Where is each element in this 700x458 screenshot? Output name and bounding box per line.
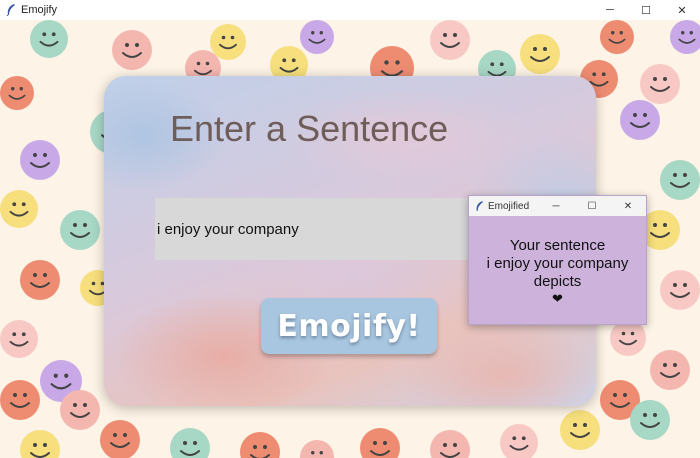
- smiley-face-icon: [240, 432, 280, 458]
- smiley-face-icon: [620, 100, 660, 140]
- smiley-face-icon: [112, 30, 152, 70]
- smiley-face-icon: [0, 380, 40, 420]
- smiley-face-icon: [430, 20, 470, 60]
- smiley-face-icon: [60, 390, 100, 430]
- sentence-input[interactable]: [155, 198, 495, 260]
- popup-line-heading: Your sentence: [509, 237, 606, 254]
- popup-close-button[interactable]: ✕: [610, 196, 646, 216]
- popup-minimize-button[interactable]: ─: [538, 196, 574, 216]
- smiley-face-icon: [0, 190, 38, 228]
- window-controls: ─ ☐ ✕: [592, 0, 700, 20]
- smiley-face-icon: [20, 430, 60, 458]
- smiley-face-icon: [630, 400, 670, 440]
- smiley-face-icon: [660, 160, 700, 200]
- smiley-face-icon: [0, 76, 34, 110]
- smiley-face-icon: [60, 210, 100, 250]
- smiley-face-icon: [670, 20, 700, 54]
- smiley-face-icon: [500, 424, 538, 458]
- smiley-face-icon: [20, 140, 60, 180]
- smiley-face-icon: [650, 350, 690, 390]
- heart-emoji-icon: ❤: [552, 291, 563, 306]
- feather-icon: [6, 4, 15, 16]
- app-title: Emojify: [21, 4, 58, 16]
- smiley-face-icon: [20, 260, 60, 300]
- smiley-face-icon: [660, 270, 700, 310]
- popup-titlebar: Emojified ─ ☐ ✕: [469, 196, 646, 216]
- popup-line-sentence: i enjoy your company: [486, 255, 629, 272]
- smiley-face-icon: [600, 20, 634, 54]
- smiley-face-icon: [520, 34, 560, 74]
- smiley-face-icon: [0, 320, 38, 358]
- popup-message: Your sentence i enjoy your company depic…: [469, 216, 646, 307]
- smiley-face-icon: [360, 428, 400, 458]
- maximize-button[interactable]: ☐: [628, 0, 664, 20]
- smiley-face-icon: [170, 428, 210, 458]
- page-title: Enter a Sentence: [170, 108, 449, 149]
- emojify-button[interactable]: Emojify!: [261, 298, 437, 354]
- popup-line-depicts: depicts: [533, 273, 582, 290]
- feather-icon: [476, 200, 484, 211]
- smiley-face-icon: [30, 20, 68, 58]
- close-button[interactable]: ✕: [664, 0, 700, 20]
- popup-maximize-button[interactable]: ☐: [574, 196, 610, 216]
- smiley-face-icon: [640, 64, 680, 104]
- popup-title: Emojified: [488, 200, 530, 212]
- minimize-button[interactable]: ─: [592, 0, 628, 20]
- smiley-face-icon: [610, 320, 646, 356]
- emojified-popup: Emojified ─ ☐ ✕ Your sentence i enjoy yo…: [468, 195, 647, 325]
- smiley-face-icon: [100, 420, 140, 458]
- app-titlebar: Emojify ─ ☐ ✕: [0, 0, 700, 20]
- smiley-face-icon: [430, 430, 470, 458]
- smiley-face-icon: [560, 410, 600, 450]
- popup-window-controls: ─ ☐ ✕: [538, 196, 646, 216]
- smiley-face-icon: [300, 440, 334, 458]
